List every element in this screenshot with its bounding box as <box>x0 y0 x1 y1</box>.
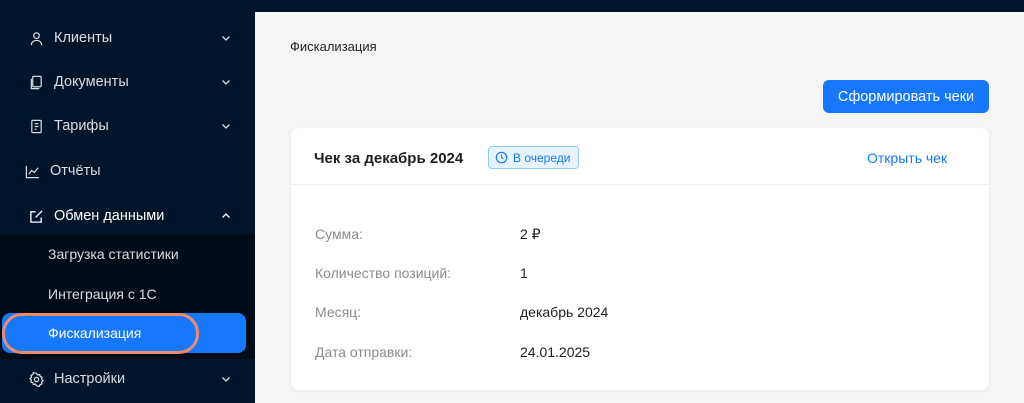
main-content: Фискализация Сформировать чеки Чек за де… <box>255 12 1024 403</box>
amount-value: 2 ₽ <box>520 226 541 242</box>
sidebar-subitem-1c-integration[interactable]: Интеграция с 1С <box>0 274 255 314</box>
sidebar-item-reports[interactable]: Отчёты <box>0 151 255 191</box>
edit-square-icon <box>28 208 44 224</box>
line-chart-icon <box>24 163 40 179</box>
receipt-card: Чек за декабрь 2024 В очереди Открыть че… <box>291 128 989 390</box>
month-label: Месяц: <box>315 304 362 320</box>
sidebar-item-tariffs[interactable]: Тарифы <box>0 106 255 146</box>
sidebar-subitem-fiscalization[interactable]: Фискализация <box>2 313 246 353</box>
sidebar-item-data-exchange[interactable]: Обмен данными <box>0 196 255 236</box>
chevron-down-icon <box>220 32 232 44</box>
sidebar-item-label: Клиенты <box>54 30 113 46</box>
generate-receipts-button[interactable]: Сформировать чеки <box>823 80 989 113</box>
card-header: Чек за декабрь 2024 В очереди Открыть че… <box>291 128 989 185</box>
amount-label: Сумма: <box>315 226 363 242</box>
user-icon <box>28 30 44 46</box>
sidebar: Клиенты Документы Тарифы Отчёты Обмен да… <box>0 0 255 403</box>
chevron-down-icon <box>220 373 232 385</box>
sidebar-item-label: Обмен данными <box>54 208 165 224</box>
sidebar-subitem-label: Фискализация <box>48 325 142 341</box>
chevron-down-icon <box>220 76 232 88</box>
tariff-icon <box>28 118 44 134</box>
clock-icon <box>495 151 508 164</box>
sent-date-value: 24.01.2025 <box>520 344 591 360</box>
sent-date-label: Дата отправки: <box>315 344 413 360</box>
sidebar-item-clients[interactable]: Клиенты <box>0 18 255 58</box>
month-value: декабрь 2024 <box>520 304 609 320</box>
card-title: Чек за декабрь 2024 <box>314 150 464 167</box>
open-receipt-link[interactable]: Открыть чек <box>867 150 947 166</box>
sidebar-item-label: Документы <box>54 74 129 90</box>
status-badge: В очереди <box>488 146 580 169</box>
sidebar-item-label: Настройки <box>54 371 126 387</box>
chevron-up-icon <box>220 210 232 222</box>
gear-icon <box>28 371 44 387</box>
sidebar-item-settings[interactable]: Настройки <box>0 359 255 399</box>
status-badge-label: В очереди <box>513 150 571 165</box>
positions-count-value: 1 <box>520 265 528 281</box>
documents-icon <box>28 74 44 90</box>
sidebar-item-documents[interactable]: Документы <box>0 62 255 102</box>
app-root: Клиенты Документы Тарифы Отчёты Обмен да… <box>0 0 1024 403</box>
sidebar-subitem-stats-upload[interactable]: Загрузка статистики <box>0 234 255 274</box>
sidebar-subitem-label: Интеграция с 1С <box>48 286 157 302</box>
sidebar-item-label: Отчёты <box>50 163 101 179</box>
positions-count-label: Количество позиций: <box>315 265 452 281</box>
sidebar-item-label: Тарифы <box>54 118 109 134</box>
page-title: Фискализация <box>290 39 377 54</box>
sidebar-subitem-label: Загрузка статистики <box>48 246 179 262</box>
chevron-down-icon <box>220 120 232 132</box>
top-bar <box>255 0 1024 12</box>
